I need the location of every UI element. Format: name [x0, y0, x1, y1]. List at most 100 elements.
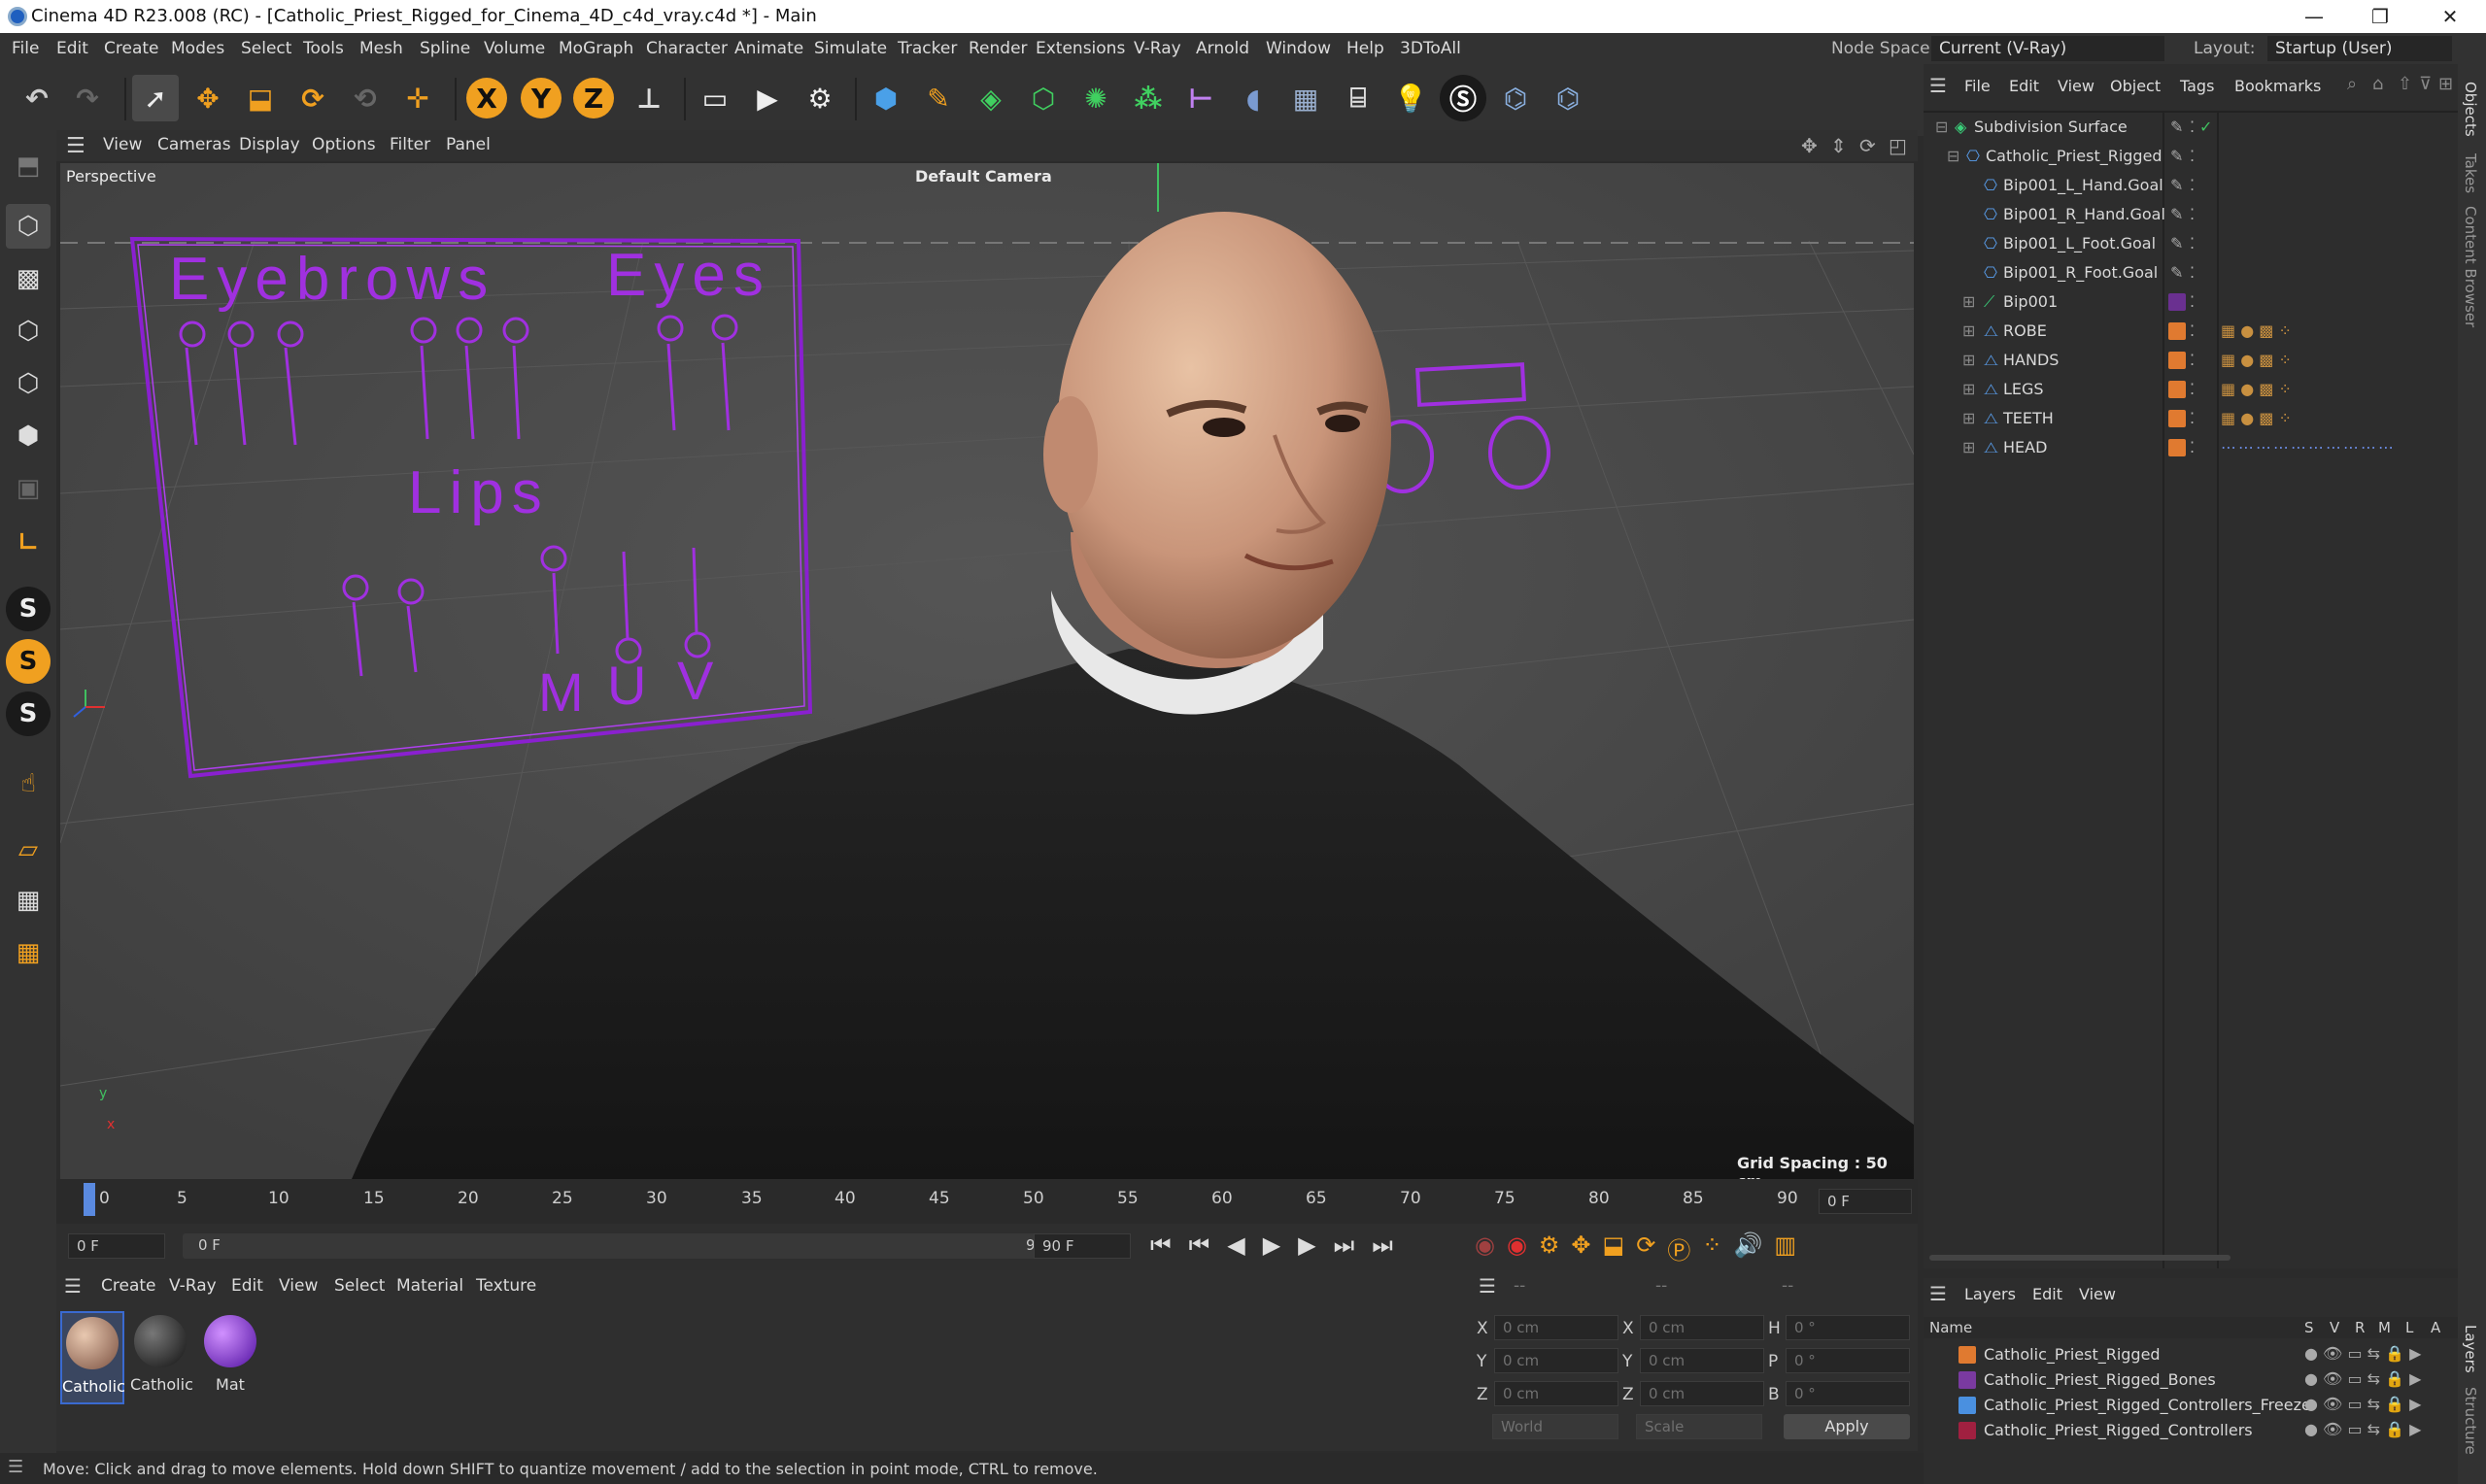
undo-icon[interactable]: ↶ [14, 75, 60, 121]
cube-object-icon[interactable]: ⬢ [863, 75, 909, 121]
select-tool-icon[interactable]: ➚ [132, 75, 179, 121]
pen-spline-icon[interactable]: ✎ [915, 75, 962, 121]
menu-animate[interactable]: Animate [734, 39, 803, 58]
material-menu-texture[interactable]: Texture [476, 1276, 536, 1296]
render-view-icon[interactable]: ▭ [692, 75, 738, 121]
hamburger-icon[interactable]: ☰ [8, 1457, 23, 1477]
time-ruler[interactable]: 0 5 10 15 20 25 30 35 40 45 50 55 60 65 … [56, 1179, 1918, 1224]
edit-toggle-icon[interactable]: ✎ [2170, 147, 2183, 165]
material-menu-material[interactable]: Material [396, 1276, 463, 1296]
menu-mesh[interactable]: Mesh [359, 39, 403, 58]
horizontal-scrollbar[interactable] [1929, 1255, 2231, 1261]
menu-vray[interactable]: V-Ray [1134, 39, 1181, 58]
menu-spline[interactable]: Spline [420, 39, 470, 58]
coordinate-system-icon[interactable]: ⊥ [626, 75, 672, 121]
position-x-field[interactable]: 0 cm [1494, 1315, 1618, 1340]
layer-color-swatch[interactable] [1958, 1346, 1976, 1364]
viewport-menu-view[interactable]: View [103, 135, 142, 154]
workplane-icon[interactable]: ▱ [6, 827, 51, 872]
camera-object-icon[interactable]: ⌸ [1335, 75, 1381, 121]
edit-toggle-icon[interactable]: ✎ [2170, 118, 2183, 136]
object-row-bip001-l-hand-goal[interactable]: ⎔ Bip001_L_Hand.Goal ✎ ⁚ [1924, 171, 2458, 200]
autokey-icon[interactable]: ◉ [1507, 1231, 1527, 1265]
menu-3dtoall[interactable]: 3DToAll [1400, 39, 1461, 58]
move-tool-icon[interactable]: ✥ [185, 75, 231, 121]
viewport-maximize-icon[interactable]: ◰ [1889, 134, 1907, 157]
up-arrow-icon[interactable]: ⇧ [2398, 74, 2412, 94]
material-slot[interactable]: Mat [200, 1311, 264, 1404]
apply-button[interactable]: Apply [1784, 1414, 1910, 1439]
object-row-head[interactable]: ⊞ ⧍ HEAD ⁚ ⋯⋯⋯⋯⋯⋯⋯⋯⋯⋯ [1924, 433, 2458, 462]
visibility-dots-icon[interactable]: ⁚ [2190, 263, 2195, 282]
menu-tools[interactable]: Tools [303, 39, 344, 58]
menu-select[interactable]: Select [241, 39, 291, 58]
texture-tag-icon[interactable]: ▦ ● ▩ ⁘ [2221, 321, 2292, 340]
render-to-picture-viewer-icon[interactable]: ▶ [744, 75, 791, 121]
layer-menu-layers[interactable]: Layers [1964, 1285, 2016, 1303]
object-menu-object[interactable]: Object [2110, 77, 2161, 95]
layer-menu-view[interactable]: View [2079, 1285, 2116, 1303]
array-object-icon[interactable]: ⁂ [1125, 75, 1172, 121]
menu-edit[interactable]: Edit [56, 39, 88, 58]
visibility-dots-icon[interactable]: ⁚ [2190, 438, 2195, 456]
viewport-menu-options[interactable]: Options [312, 135, 376, 154]
edit-toggle-icon[interactable]: ✎ [2170, 176, 2183, 194]
viewport-menu-panel[interactable]: Panel [446, 135, 491, 154]
close-button[interactable]: ✕ [2421, 2, 2479, 31]
edit-toggle-icon[interactable]: ✎ [2170, 263, 2183, 282]
locked-workplane-icon[interactable]: ▦ [6, 878, 51, 923]
object-menu-file[interactable]: File [1964, 77, 1991, 95]
visibility-dots-icon[interactable]: ⁚ [2190, 351, 2195, 369]
sound-icon[interactable]: 🔊 [1733, 1231, 1762, 1265]
hamburger-icon[interactable]: ☰ [64, 1274, 82, 1298]
edit-toggle-icon[interactable]: ✎ [2170, 234, 2183, 253]
enabled-check-icon[interactable]: ✓ [2199, 118, 2212, 136]
menu-extensions[interactable]: Extensions [1036, 39, 1125, 58]
visibility-dots-icon[interactable]: ⁚ [2190, 147, 2195, 165]
y-axis-lock-button[interactable]: Y [521, 78, 562, 118]
go-to-start-icon[interactable]: ⏮ [1150, 1231, 1172, 1259]
transform-tool-icon[interactable]: ✛ [394, 75, 441, 121]
uv-mode-icon[interactable]: ▣ [6, 466, 51, 511]
z-axis-lock-button[interactable]: Z [573, 78, 614, 118]
axis-mode-icon[interactable]: ∟ [6, 521, 51, 565]
extrude-generator-icon[interactable]: ⬡ [1020, 75, 1067, 121]
layer-color-swatch[interactable] [1958, 1397, 1976, 1414]
visibility-dots-icon[interactable]: ⁚ [2190, 234, 2195, 253]
viewport-menu-cameras[interactable]: Cameras [157, 135, 231, 154]
edges-mode-icon[interactable]: ⬡ [6, 361, 51, 406]
playhead[interactable] [84, 1183, 95, 1216]
home-icon[interactable]: ⌂ [2372, 74, 2383, 94]
viewport-move-icon[interactable]: ✥ [1801, 134, 1818, 157]
visibility-dots-icon[interactable]: ⁚ [2190, 118, 2195, 136]
floor-object-icon[interactable]: ▦ [1282, 75, 1329, 121]
visibility-dots-icon[interactable]: ⁚ [2190, 380, 2195, 398]
material-menu-vray[interactable]: V-Ray [169, 1276, 217, 1296]
record-rotation-icon[interactable]: ⟳ [1636, 1231, 1655, 1265]
current-frame-field[interactable]: 0 F [1819, 1189, 1912, 1214]
tab-structure[interactable]: Structure [2462, 1387, 2479, 1455]
minimize-button[interactable]: — [2285, 2, 2343, 31]
object-menu-view[interactable]: View [2058, 77, 2094, 95]
object-row-bip001-r-hand-goal[interactable]: ⎔ Bip001_R_Hand.Goal ✎ ⁚ [1924, 200, 2458, 229]
menu-render[interactable]: Render [969, 39, 1028, 58]
hamburger-icon[interactable]: ☰ [1479, 1274, 1496, 1298]
workplane-align-icon[interactable]: ▦ [6, 930, 51, 975]
play-icon[interactable]: ▶ [1263, 1231, 1280, 1259]
texture-tag-icon[interactable]: ▦ ● ▩ ⁘ [2221, 380, 2292, 398]
points-mode-icon[interactable]: ⬡ [6, 309, 51, 354]
layer-flags-icon[interactable]: ● 👁 ▭ ⇆ 🔒 ▶ [2304, 1395, 2421, 1413]
layer-row[interactable]: Catholic_Priest_Rigged ● 👁 ▭ ⇆ 🔒 ▶ [1924, 1342, 2458, 1367]
3d-viewport[interactable]: Perspective Default Camera Grid Spacing … [60, 163, 1914, 1179]
tab-objects[interactable]: Objects [2462, 82, 2479, 137]
rotation-h-field[interactable]: 0 ° [1786, 1315, 1910, 1340]
tab-takes[interactable]: Takes [2462, 153, 2479, 193]
record-position-icon[interactable]: ✥ [1571, 1231, 1590, 1265]
size-x-field[interactable]: 0 cm [1640, 1315, 1764, 1340]
record-parameter-icon[interactable]: Ⓟ [1667, 1231, 1690, 1265]
layout-dropdown[interactable]: Startup (User) [2267, 36, 2452, 61]
layer-row[interactable]: Catholic_Priest_Rigged_Bones ● 👁 ▭ ⇆ 🔒 ▶ [1924, 1367, 2458, 1393]
object-row-legs[interactable]: ⊞ ⧍ LEGS ⁚ ▦ ● ▩ ⁘ [1924, 375, 2458, 404]
visibility-dots-icon[interactable]: ⁚ [2190, 409, 2195, 427]
rotate-tool-icon[interactable]: ⟳ [289, 75, 336, 121]
